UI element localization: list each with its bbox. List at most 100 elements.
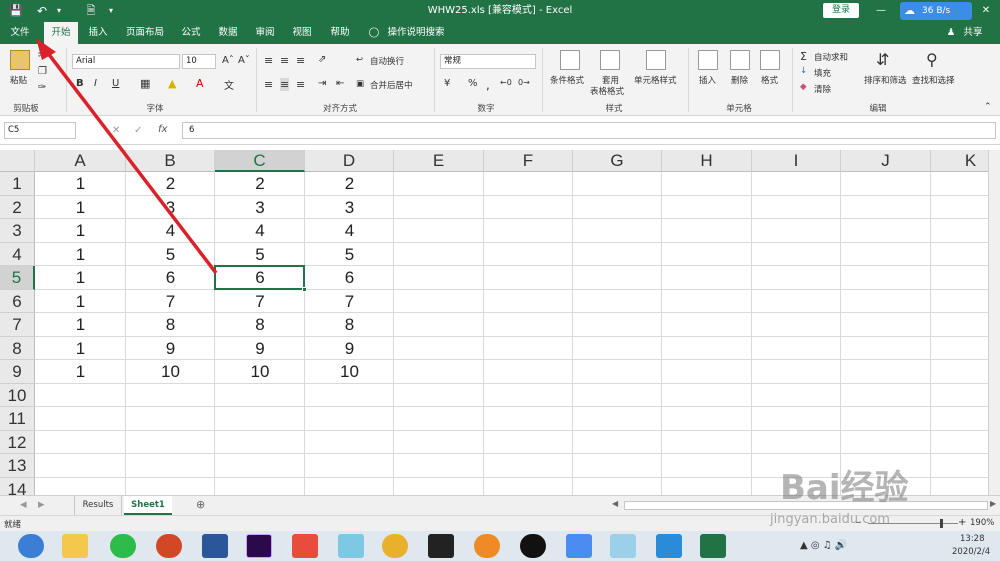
align-right-icon[interactable]: ≡ — [296, 78, 305, 91]
cell-c1[interactable]: 2 — [215, 172, 305, 196]
next-sheet-icon[interactable]: ▶ — [38, 500, 45, 510]
new-file-icon[interactable]: 🗎 — [84, 0, 98, 22]
qq-icon[interactable] — [520, 534, 546, 558]
tab-insert[interactable]: 插入 — [82, 22, 114, 44]
tab-home[interactable]: 开始 — [44, 22, 78, 44]
formula-input[interactable]: 6 — [182, 122, 996, 139]
share-button[interactable]: 共享 — [958, 22, 988, 44]
cell-d9[interactable]: 10 — [305, 360, 394, 384]
tell-me-search[interactable]: 操作说明搜索 — [384, 22, 448, 44]
clock-date[interactable]: 2020/2/4 — [952, 547, 990, 557]
cell-b4[interactable]: 5 — [126, 243, 215, 267]
cell-a9[interactable]: 1 — [35, 360, 126, 384]
cell-a10[interactable] — [35, 384, 126, 408]
app-icon[interactable] — [292, 534, 318, 558]
zoom-slider[interactable] — [868, 523, 958, 524]
clock-time[interactable]: 13:28 — [960, 534, 985, 544]
cell-d4[interactable]: 5 — [305, 243, 394, 267]
comma-icon[interactable]: , — [486, 78, 490, 92]
cell-d2[interactable]: 3 — [305, 196, 394, 220]
cell-c11[interactable] — [215, 407, 305, 431]
row-header-12[interactable]: 12 — [0, 430, 35, 454]
cell-b7[interactable]: 8 — [126, 313, 215, 337]
insert-cells-button[interactable]: 插入 — [699, 74, 716, 86]
cell-c7[interactable]: 8 — [215, 313, 305, 337]
row-header-1[interactable]: 1 — [0, 172, 35, 196]
cell-b9[interactable]: 10 — [126, 360, 215, 384]
zoom-in-icon[interactable]: + — [958, 517, 966, 528]
format-cells-icon[interactable] — [760, 50, 780, 70]
cell-d1[interactable]: 2 — [305, 172, 394, 196]
cell-d8[interactable]: 9 — [305, 337, 394, 361]
cell-b14[interactable] — [126, 478, 215, 496]
app-icon[interactable] — [566, 534, 592, 558]
row-header-6[interactable]: 6 — [0, 289, 35, 313]
app-icon[interactable] — [610, 534, 636, 558]
scroll-right-icon[interactable]: ▶ — [990, 499, 996, 508]
insert-cells-icon[interactable] — [698, 50, 718, 70]
column-header-f[interactable]: F — [484, 150, 573, 172]
align-bottom-icon[interactable]: ≡ — [296, 54, 305, 67]
border-icon[interactable]: ▦ — [140, 77, 150, 90]
row-header-14[interactable]: 14 — [0, 477, 35, 495]
cell-c12[interactable] — [215, 431, 305, 455]
undo-icon[interactable]: ↶ — [32, 0, 52, 22]
save-icon[interactable]: 💾 — [8, 0, 24, 22]
cancel-icon[interactable]: ✕ — [112, 125, 120, 136]
cell-a6[interactable]: 1 — [35, 290, 126, 314]
tray-icons[interactable]: ▲ ◎ ♫ 🔊 — [800, 540, 847, 551]
prev-sheet-icon[interactable]: ◀ — [20, 500, 27, 510]
app-icon[interactable] — [656, 534, 682, 558]
cell-a14[interactable] — [35, 478, 126, 496]
cell-d5[interactable]: 6 — [305, 266, 394, 290]
copy-icon[interactable]: ❐ — [38, 66, 47, 77]
column-header-h[interactable]: H — [662, 150, 752, 172]
tab-formulas[interactable]: 公式 — [176, 22, 206, 44]
row-header-10[interactable]: 10 — [0, 383, 35, 407]
enter-icon[interactable]: ✓ — [134, 125, 142, 136]
tab-page-layout[interactable]: 页面布局 — [120, 22, 170, 44]
merge-center-button[interactable]: 合并后居中 — [370, 79, 413, 91]
cell-c13[interactable] — [215, 454, 305, 478]
cell-d7[interactable]: 8 — [305, 313, 394, 337]
conditional-format-icon[interactable] — [560, 50, 580, 70]
table-format-icon[interactable] — [600, 50, 620, 70]
vertical-scrollbar[interactable] — [988, 150, 1000, 495]
cell-b13[interactable] — [126, 454, 215, 478]
outdent-icon[interactable]: ⇤ — [336, 78, 344, 89]
fill-handle[interactable] — [302, 286, 307, 292]
cell-c8[interactable]: 9 — [215, 337, 305, 361]
column-header-i[interactable]: I — [752, 150, 841, 172]
horizontal-scrollbar[interactable] — [624, 501, 988, 510]
zoom-level[interactable]: 190% — [970, 518, 994, 528]
cell-c14[interactable] — [215, 478, 305, 496]
app-icon[interactable] — [474, 534, 500, 558]
delete-cells-icon[interactable] — [730, 50, 750, 70]
align-center-icon[interactable]: ≡ — [280, 78, 290, 91]
cell-b6[interactable]: 7 — [126, 290, 215, 314]
cell-d6[interactable]: 7 — [305, 290, 394, 314]
delete-cells-button[interactable]: 删除 — [731, 74, 748, 86]
font-size-select[interactable]: 10 — [182, 54, 216, 69]
cell-a1[interactable]: 1 — [35, 172, 126, 196]
font-name-select[interactable]: Arial — [72, 54, 180, 69]
cell-b1[interactable]: 2 — [126, 172, 215, 196]
login-button[interactable]: 登录 — [823, 3, 859, 18]
column-header-d[interactable]: D — [305, 150, 394, 172]
row-header-7[interactable]: 7 — [0, 313, 35, 337]
insert-function-button[interactable]: fx — [158, 124, 167, 135]
cell-b10[interactable] — [126, 384, 215, 408]
increase-decimal-icon[interactable]: ←0 — [500, 78, 512, 87]
cell-a11[interactable] — [35, 407, 126, 431]
start-icon[interactable] — [18, 534, 44, 558]
percent-icon[interactable]: % — [468, 78, 478, 89]
format-painter-icon[interactable]: ✑ — [38, 82, 46, 93]
tab-help[interactable]: 帮助 — [324, 22, 356, 44]
cell-c6[interactable]: 7 — [215, 290, 305, 314]
cell-d12[interactable] — [305, 431, 394, 455]
minimize-button[interactable]: — — [874, 0, 888, 22]
sheet-tab-results[interactable]: Results — [74, 496, 122, 515]
font-color-icon[interactable]: A — [196, 77, 204, 90]
powerpoint-icon[interactable] — [156, 534, 182, 558]
cell-b3[interactable]: 4 — [126, 219, 215, 243]
